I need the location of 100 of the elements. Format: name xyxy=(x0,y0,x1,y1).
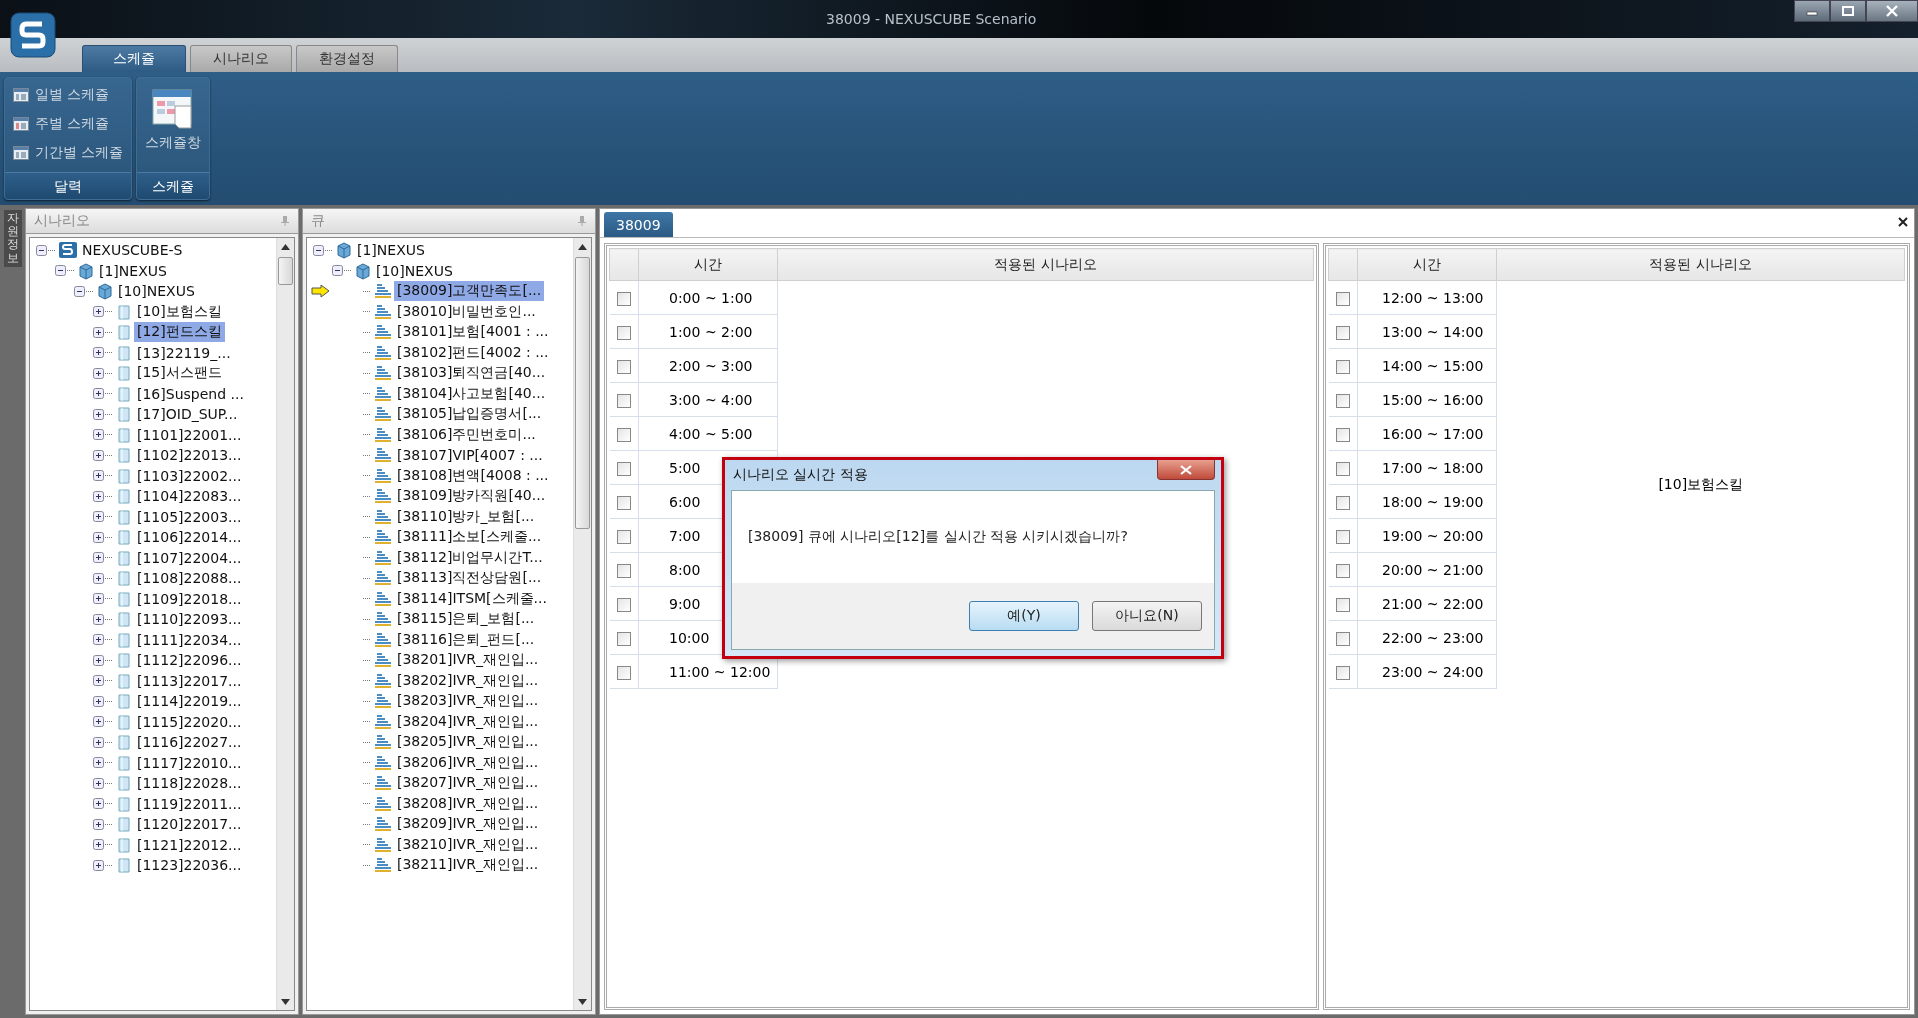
scenario-tree-item[interactable]: [1113]22017... xyxy=(134,671,245,690)
ribbon-tab[interactable]: 환경설정 xyxy=(296,45,398,72)
checkbox[interactable] xyxy=(616,665,631,680)
scroll-thumb[interactable] xyxy=(575,257,590,529)
queue-tree-item[interactable]: [38206]IVR_재인입... xyxy=(394,752,542,773)
checkbox[interactable] xyxy=(1335,631,1350,646)
expander-icon[interactable] xyxy=(55,265,66,277)
checkbox[interactable] xyxy=(616,495,631,510)
queue-tree-item[interactable]: [38114]ITSM[스케줄... xyxy=(394,588,550,609)
scroll-thumb[interactable] xyxy=(278,257,293,285)
scenario-tree-item[interactable]: [17]OID_SUP... xyxy=(134,405,241,424)
expander-icon[interactable] xyxy=(36,244,47,256)
expander-icon[interactable] xyxy=(313,244,324,256)
queue-tree-item[interactable]: [38204]IVR_재인입... xyxy=(394,711,542,732)
scenario-tree-item[interactable]: [12]펀드스킬 xyxy=(134,322,225,343)
expander-icon[interactable] xyxy=(93,449,104,461)
checkbox[interactable] xyxy=(1335,563,1350,578)
expander-icon[interactable] xyxy=(93,572,104,584)
checkbox[interactable] xyxy=(616,529,631,544)
scenario-tree-item[interactable]: [1121]22012... xyxy=(134,835,245,854)
queue-tree-item[interactable]: [38105]납입증명서[... xyxy=(394,404,545,425)
scenario-tree-item[interactable]: [1107]22004... xyxy=(134,548,245,567)
expander-icon[interactable] xyxy=(332,265,343,277)
scenario-tree-item[interactable]: [1114]22019... xyxy=(134,692,245,711)
scenario-tree-item[interactable]: [1103]22002... xyxy=(134,466,245,485)
scenario-tree-item[interactable]: [1108]22088... xyxy=(134,569,245,588)
expander-icon[interactable] xyxy=(93,490,104,502)
ribbon-button[interactable]: 기간별 스케쥴 xyxy=(9,138,128,167)
scenario-tree-item[interactable]: NEXUSCUBE-S xyxy=(79,241,186,260)
scenario-tree-item[interactable]: [1105]22003... xyxy=(134,507,245,526)
expander-icon[interactable] xyxy=(93,736,104,748)
checkbox[interactable] xyxy=(616,597,631,612)
scenario-tree-item[interactable]: [1115]22020... xyxy=(134,712,245,731)
expander-icon[interactable] xyxy=(93,757,104,769)
scenario-tree-item[interactable]: [1116]22027... xyxy=(134,733,245,752)
expander-icon[interactable] xyxy=(93,408,104,420)
logo-icon[interactable] xyxy=(10,12,56,58)
checkbox[interactable] xyxy=(616,325,631,340)
expander-icon[interactable] xyxy=(93,839,104,851)
expander-icon[interactable] xyxy=(93,347,104,359)
checkbox[interactable] xyxy=(616,359,631,374)
queue-tree-item[interactable]: [38110]방카_보험[... xyxy=(394,506,538,527)
expander-icon[interactable] xyxy=(93,716,104,728)
checkbox[interactable] xyxy=(616,393,631,408)
scenario-tree-item[interactable]: [1120]22017... xyxy=(134,815,245,834)
queue-tree-item[interactable]: [38115]은퇴_보험[... xyxy=(394,609,538,630)
no-button[interactable]: 아니요(N) xyxy=(1092,601,1202,631)
expander-icon[interactable] xyxy=(93,613,104,625)
checkbox[interactable] xyxy=(1335,529,1350,544)
expander-icon[interactable] xyxy=(93,818,104,830)
checkbox[interactable] xyxy=(616,291,631,306)
queue-tree-item[interactable]: [38109]방카직원[40... xyxy=(394,486,549,507)
expander-icon[interactable] xyxy=(93,777,104,789)
scenario-tree-item[interactable]: [1]NEXUS xyxy=(96,261,170,280)
scenario-tree-item[interactable]: [16]Suspend ... xyxy=(134,384,247,403)
queue-tree-item[interactable]: [38101]보험[4001 : ... xyxy=(394,322,552,343)
scenario-tree-item[interactable]: [13]22119_... xyxy=(134,343,234,362)
expander-icon[interactable] xyxy=(93,306,104,318)
queue-tree-item[interactable]: [38104]사고보험[40... xyxy=(394,383,549,404)
queue-tree-item[interactable]: [38116]은퇴_펀드[... xyxy=(394,629,538,650)
scenario-tree-item[interactable]: [1110]22093... xyxy=(134,610,245,629)
queue-tree-item[interactable]: [38207]IVR_재인입... xyxy=(394,773,542,794)
scenario-tree-item[interactable]: [1109]22018... xyxy=(134,589,245,608)
queue-tree-item[interactable]: [38208]IVR_재인입... xyxy=(394,793,542,814)
scenario-tree-item[interactable]: [10]보험스킬 xyxy=(134,301,225,322)
document-tab[interactable]: 38009 xyxy=(604,212,673,237)
close-button[interactable] xyxy=(1157,460,1215,480)
expander-icon[interactable] xyxy=(93,593,104,605)
queue-tree-item[interactable]: [38209]IVR_재인입... xyxy=(394,814,542,835)
scenario-tree-item[interactable]: [1104]22083... xyxy=(134,487,245,506)
scrollbar[interactable] xyxy=(573,238,591,1010)
expander-icon[interactable] xyxy=(93,675,104,687)
scenario-tree-item[interactable]: [1123]22036... xyxy=(134,856,245,875)
expander-icon[interactable] xyxy=(93,470,104,482)
scenario-tree-item[interactable]: [1117]22010... xyxy=(134,753,245,772)
queue-tree-item[interactable]: [38009]고객만족도[... xyxy=(394,281,545,302)
scenario-tree-item[interactable]: [10]NEXUS xyxy=(115,282,198,301)
expander-icon[interactable] xyxy=(93,326,104,338)
expander-icon[interactable] xyxy=(93,388,104,400)
checkbox[interactable] xyxy=(1335,291,1350,306)
scrollbar[interactable] xyxy=(276,238,294,1010)
queue-tree-item[interactable]: [38205]IVR_재인입... xyxy=(394,732,542,753)
queue-tree-item[interactable]: [38210]IVR_재인입... xyxy=(394,834,542,855)
queue-tree-item[interactable]: [38010]비밀번호인... xyxy=(394,301,539,322)
maximize-button[interactable] xyxy=(1830,0,1866,22)
scroll-down-icon[interactable] xyxy=(281,998,290,1005)
ribbon-button[interactable]: 일별 스케쥴 xyxy=(9,80,128,109)
queue-tree-item[interactable]: [38102]펀드[4002 : ... xyxy=(394,342,552,363)
queue-tree-item[interactable]: [38111]소보[스케줄... xyxy=(394,527,545,548)
queue-tree-item[interactable]: [38202]IVR_재인입... xyxy=(394,670,542,691)
expander-icon[interactable] xyxy=(93,531,104,543)
checkbox[interactable] xyxy=(1335,495,1350,510)
checkbox[interactable] xyxy=(1335,665,1350,680)
scroll-down-icon[interactable] xyxy=(578,998,587,1005)
expander-icon[interactable] xyxy=(93,511,104,523)
scenario-tree-item[interactable]: [1101]22001... xyxy=(134,425,245,444)
ribbon-button[interactable]: 주별 스케쥴 xyxy=(9,109,128,138)
yes-button[interactable]: 예(Y) xyxy=(969,601,1079,631)
expander-icon[interactable] xyxy=(93,367,104,379)
queue-tree-item[interactable]: [38113]직전상담원[... xyxy=(394,568,545,589)
